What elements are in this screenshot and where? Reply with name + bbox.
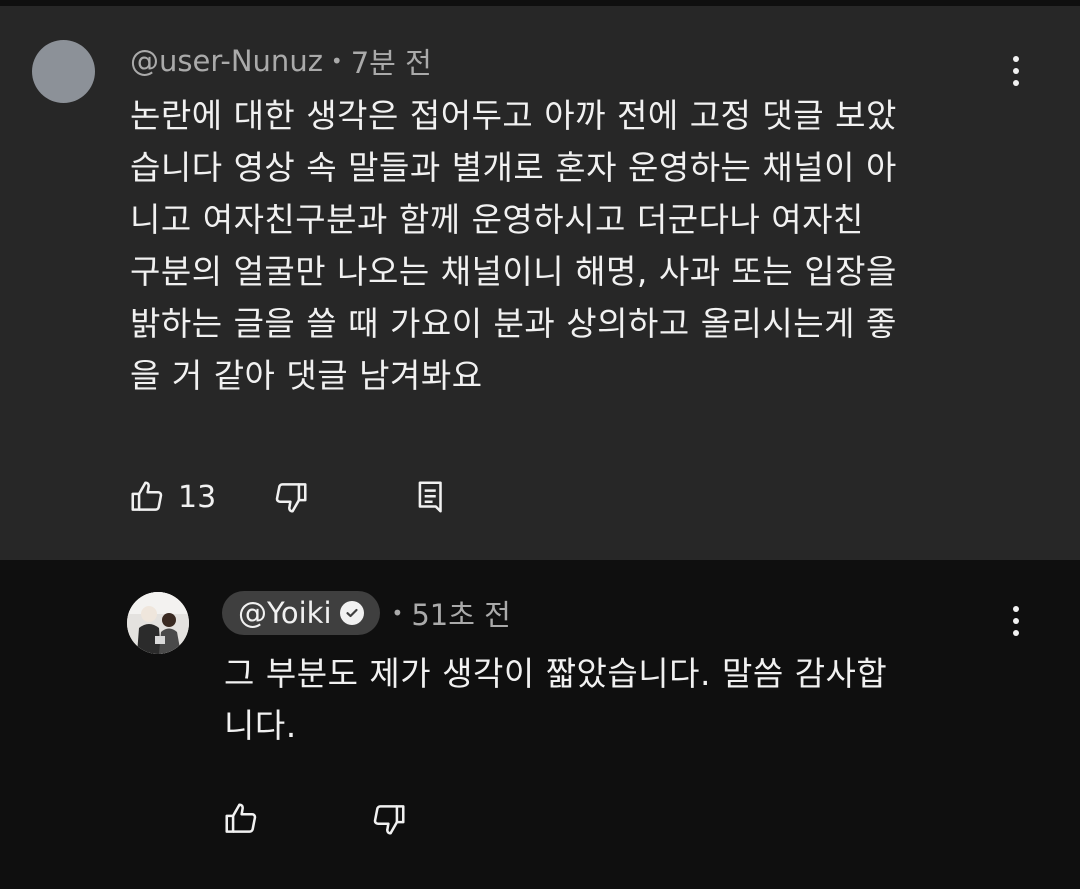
comment-actions: 13 [128,478,450,516]
meta-separator: • [330,49,343,73]
comment-line: 밝하는 글을 쓸 때 가요이 분과 상의하고 올리시는게 좋 [130,304,897,343]
comment-line: 니고 여자친구분과 함께 운영하시고 더군다나 여자친 [130,200,864,239]
reply-comment-icon [418,481,442,513]
reply-time[interactable]: 51초 전 [411,592,510,634]
meta-separator: • [391,601,404,625]
avatar-photo [127,592,189,654]
avatar[interactable] [32,40,95,103]
creator-handle-chip[interactable]: @Yoiki [222,591,380,635]
reply-line: 니다. [224,706,297,745]
comment-line: 습니다 영상 속 말들과 별개로 혼자 운영하는 채널이 아 [130,148,897,187]
comment-meta: @user-Nunuz • 7분 전 [130,40,432,82]
comment-line: 을 거 같아 댓글 남겨봐요 [130,356,483,395]
dislike-button[interactable] [272,478,310,516]
thumbs-up-icon [131,481,163,511]
reply-line: 그 부분도 제가 생각이 짧았습니다. 말씀 감사합 [224,654,888,693]
reply-actions [222,800,408,838]
comment-author[interactable]: @user-Nunuz [130,44,323,78]
comment-time[interactable]: 7분 전 [351,40,432,82]
verified-check-icon [339,601,364,625]
thumbs-down-icon [373,805,405,835]
like-count: 13 [178,479,217,515]
more-vertical-icon[interactable] [1011,606,1021,636]
reply-button[interactable] [412,478,450,516]
thumbs-up-icon [225,803,257,833]
comment-line: 구분의 얼굴만 나오는 채널이니 해명, 사과 또는 입장을 [130,252,897,291]
reply-author: @Yoiki [238,596,332,630]
comment-line: 논란에 대한 생각은 접어두고 아까 전에 고정 댓글 보았 [130,96,897,135]
more-vertical-icon[interactable] [1011,56,1021,86]
like-button[interactable] [222,800,260,838]
comment-body: 논란에 대한 생각은 접어두고 아까 전에 고정 댓글 보았 습니다 영상 속 … [130,90,1010,402]
avatar[interactable] [127,592,189,654]
thumbs-down-icon [275,483,307,513]
like-button[interactable]: 13 [128,478,216,516]
reply-body: 그 부분도 제가 생각이 짧았습니다. 말씀 감사합 니다. [224,648,1004,752]
dislike-button[interactable] [370,800,408,838]
reply-meta: @Yoiki • 51초 전 [222,591,511,635]
